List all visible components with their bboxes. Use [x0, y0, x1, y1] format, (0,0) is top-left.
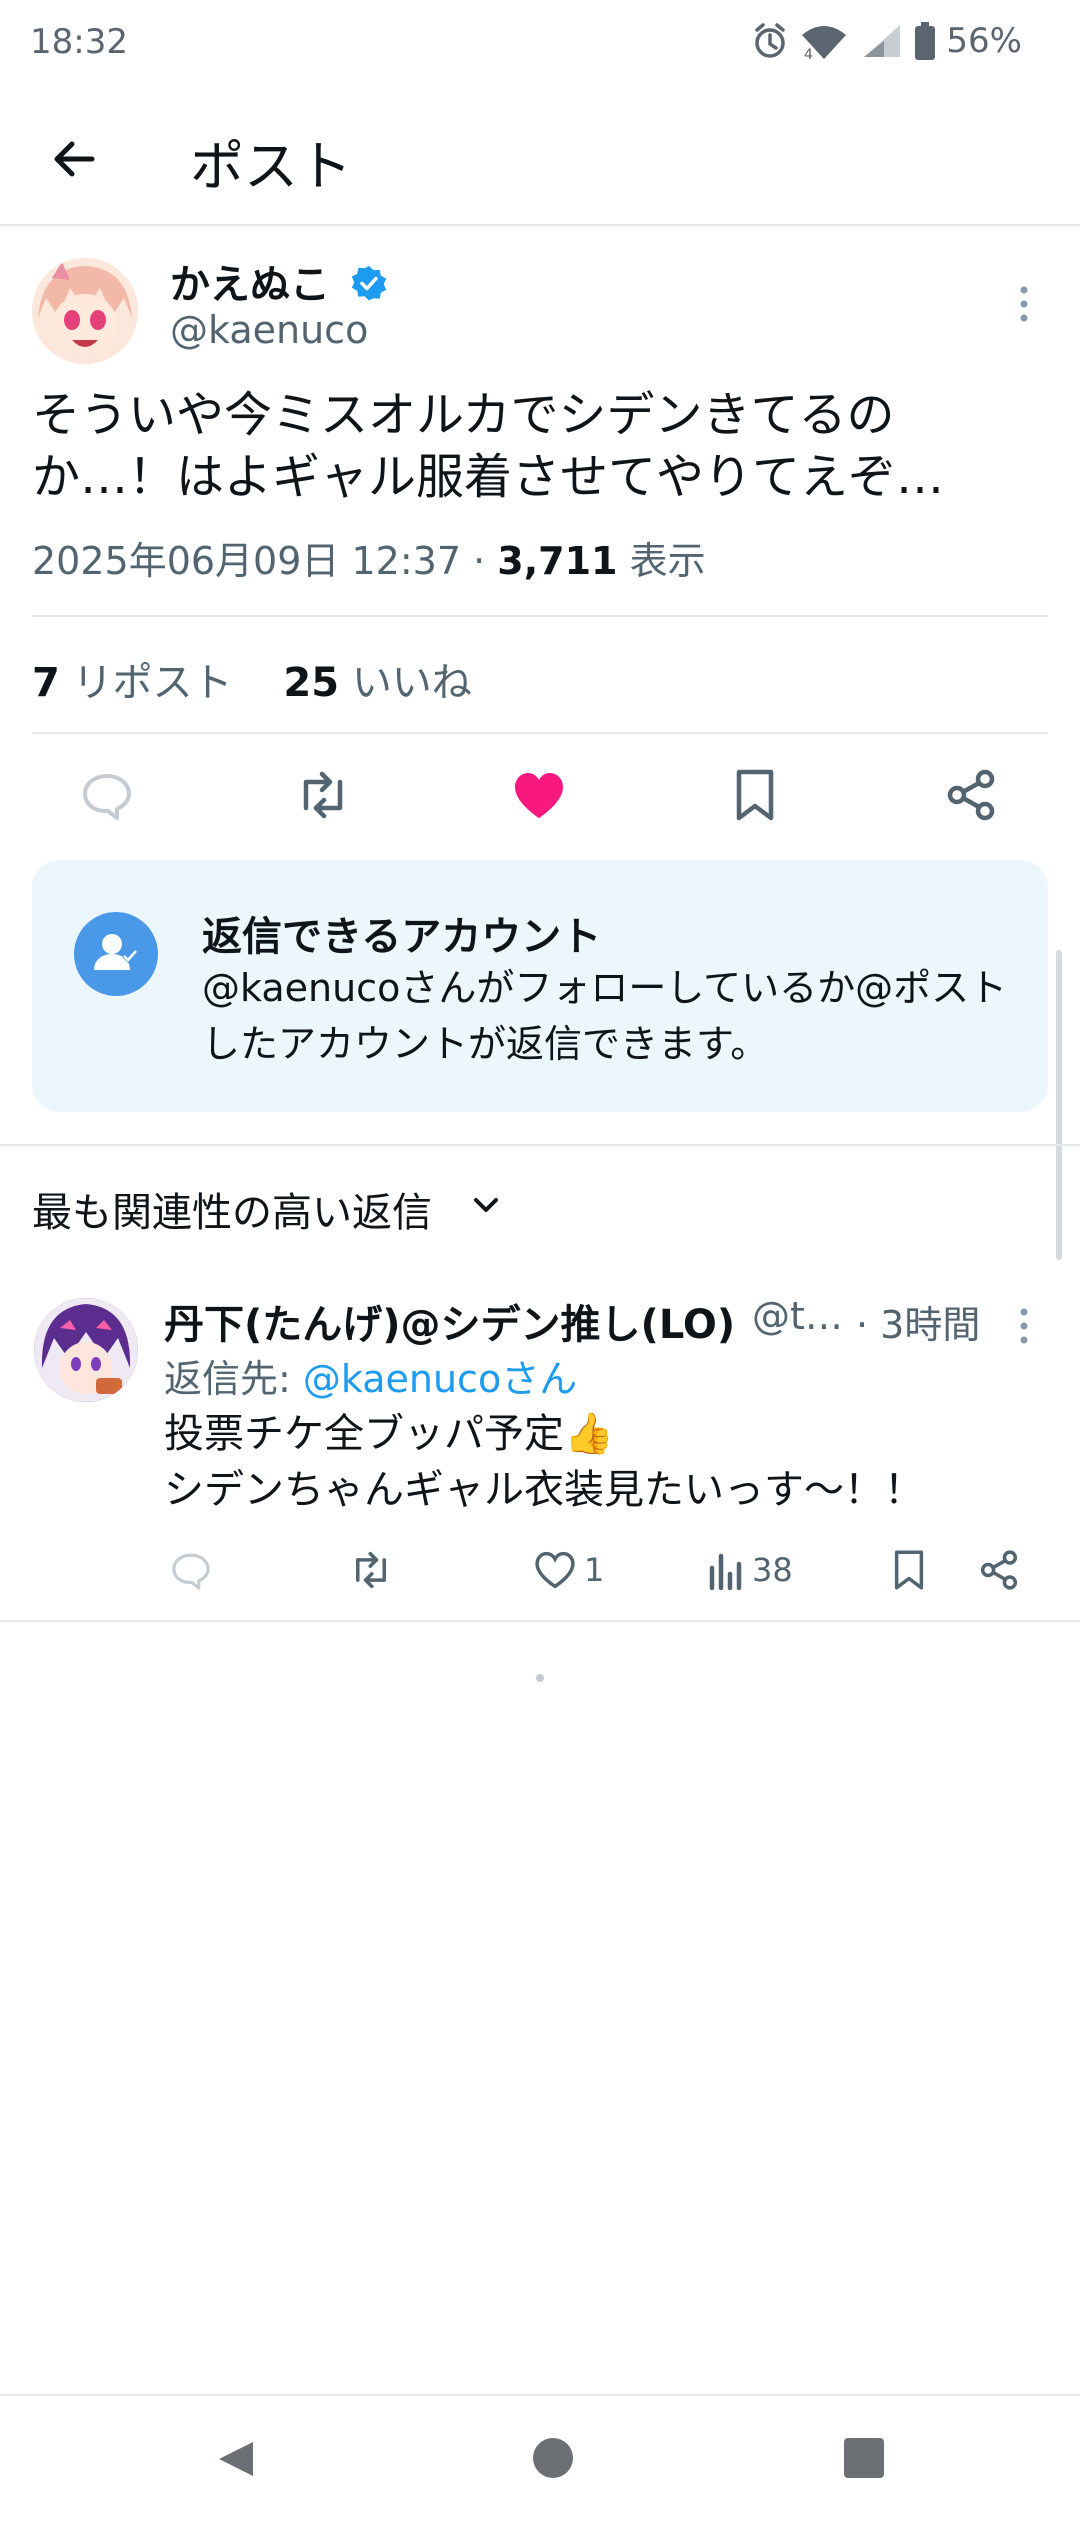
- repost-stat-label: リポスト: [72, 660, 233, 706]
- verified-badge-icon: [350, 264, 388, 302]
- page-title: ポスト: [190, 135, 352, 198]
- reply-icon: [83, 774, 131, 820]
- engagement-stats: 7 リポスト 25 いいね: [32, 650, 472, 708]
- section-divider: [0, 1144, 1080, 1146]
- share-icon: [980, 1550, 1018, 1590]
- meta-separator: ·: [473, 539, 486, 583]
- restriction-description: @kaenucoさんがフォローしているか@ポストしたアカウントが返信できます。: [202, 966, 1008, 1066]
- repost-count: 7: [32, 660, 60, 706]
- reply-like-count: 1: [584, 1551, 605, 1589]
- alarm-icon: [750, 21, 790, 61]
- reply-sort-dropdown[interactable]: 最も関連性の高い返信: [32, 1180, 432, 1238]
- reply-restriction-card: 返信できるアカウント @kaenucoさんがフォローしているか@ポストしたアカウ…: [32, 860, 1048, 1112]
- post-text-line: そういや今ミスオルカでシデンきてるの: [32, 387, 895, 443]
- nav-back-button[interactable]: [215, 2438, 257, 2480]
- reply-more-options-button[interactable]: [1012, 1306, 1036, 1346]
- post-datetime[interactable]: 2025年06月09日 12:37: [32, 539, 461, 583]
- like-stat[interactable]: 25 いいね: [283, 660, 471, 706]
- wifi-icon: 4: [800, 21, 850, 61]
- reply-like-button[interactable]: 1: [534, 1540, 604, 1600]
- system-nav-bar: [0, 2394, 1080, 2522]
- restriction-user-icon: [74, 912, 158, 996]
- more-vertical-icon: [1020, 286, 1028, 322]
- reply-button[interactable]: [67, 755, 147, 835]
- status-icons: 4 56%: [750, 18, 1022, 64]
- reply-action-bar: 1 38: [164, 1540, 1034, 1600]
- bookmark-icon: [894, 1550, 924, 1590]
- like-count: 25: [283, 660, 340, 706]
- repost-button[interactable]: [283, 755, 363, 835]
- views-chart-icon: [709, 1553, 742, 1590]
- battery-percentage: 56%: [946, 21, 1022, 61]
- divider: [32, 732, 1048, 734]
- reply-icon: [172, 1553, 210, 1590]
- reply-bookmark-button[interactable]: [892, 1540, 926, 1600]
- reply-text: 投票チケ全ブッパ予定👍 シデンちゃんギャル衣装見たいっす〜！！: [164, 1406, 1044, 1518]
- divider: [0, 1620, 1080, 1622]
- author-name[interactable]: かえぬこ: [170, 252, 330, 310]
- replying-to-prefix: 返信先:: [164, 1357, 303, 1401]
- post-text-line: か…！はよギャル服着させてやりてえぞ…: [32, 449, 945, 505]
- like-stat-label: いいね: [351, 660, 472, 706]
- repost-icon: [303, 771, 343, 819]
- reply-timestamp: · 3時間: [856, 1303, 981, 1347]
- reply-view-count: 38: [752, 1551, 793, 1589]
- svg-text:4: 4: [804, 47, 813, 61]
- share-icon: [947, 769, 995, 821]
- scrollbar[interactable]: [1056, 950, 1062, 1260]
- status-bar: 18:32 4 56%: [0, 0, 1080, 84]
- more-vertical-icon: [1020, 1308, 1028, 1344]
- post-view-count[interactable]: 3,711: [497, 539, 617, 583]
- share-button[interactable]: [931, 755, 1011, 835]
- post-action-bar: [32, 755, 1048, 835]
- reply-author-handle[interactable]: @t…: [752, 1294, 843, 1338]
- top-app-bar: ポスト: [0, 84, 1080, 226]
- reply-text-line: シデンちゃんギャル衣装見たいっす〜！！: [164, 1467, 924, 1513]
- post-view-label: 表示: [629, 539, 706, 583]
- like-button[interactable]: [499, 755, 579, 835]
- reply-author-avatar[interactable]: [34, 1298, 138, 1402]
- bookmark-icon: [736, 769, 774, 821]
- author-avatar[interactable]: [32, 258, 138, 364]
- reply-repost-button[interactable]: [348, 1540, 394, 1600]
- author-handle[interactable]: @kaenuco: [170, 308, 368, 352]
- divider: [32, 615, 1048, 617]
- status-time: 18:32: [30, 22, 128, 62]
- more-options-button[interactable]: [1012, 284, 1036, 324]
- triangle-back-icon: [219, 2442, 253, 2476]
- replying-to-handle-link[interactable]: @kaenucoさん: [303, 1357, 577, 1401]
- nav-recents-button[interactable]: [844, 2438, 884, 2478]
- post-text: そういや今ミスオルカでシデンきてるの か…！はよギャル服着させてやりてえぞ…: [32, 384, 1042, 508]
- arrow-left-icon: [54, 141, 95, 177]
- reply-views-button[interactable]: 38: [708, 1540, 793, 1600]
- nav-home-button[interactable]: [533, 2438, 573, 2478]
- signal-icon: [860, 21, 904, 61]
- repost-stat[interactable]: 7 リポスト: [32, 660, 233, 706]
- reply-text-line: 投票チケ全ブッパ予定👍: [164, 1411, 614, 1457]
- replying-to: 返信先: @kaenucoさん: [164, 1348, 577, 1403]
- bookmark-button[interactable]: [715, 755, 795, 835]
- reply-reply-button[interactable]: [170, 1540, 212, 1600]
- reply-share-button[interactable]: [978, 1540, 1020, 1600]
- heart-outline-icon: [535, 1551, 575, 1589]
- chevron-down-icon[interactable]: [470, 1194, 502, 1218]
- back-button[interactable]: [40, 124, 110, 194]
- battery-icon: [914, 21, 936, 61]
- restriction-title: 返信できるアカウント: [202, 914, 602, 960]
- heart-filled-icon: [515, 773, 563, 818]
- repost-icon: [356, 1551, 386, 1589]
- post-metadata: 2025年06月09日 12:37 · 3,711 表示: [32, 530, 706, 585]
- loading-dot: [536, 1674, 544, 1682]
- reply-author-name[interactable]: 丹下(たんげ)@シデン推し(LO): [164, 1292, 735, 1350]
